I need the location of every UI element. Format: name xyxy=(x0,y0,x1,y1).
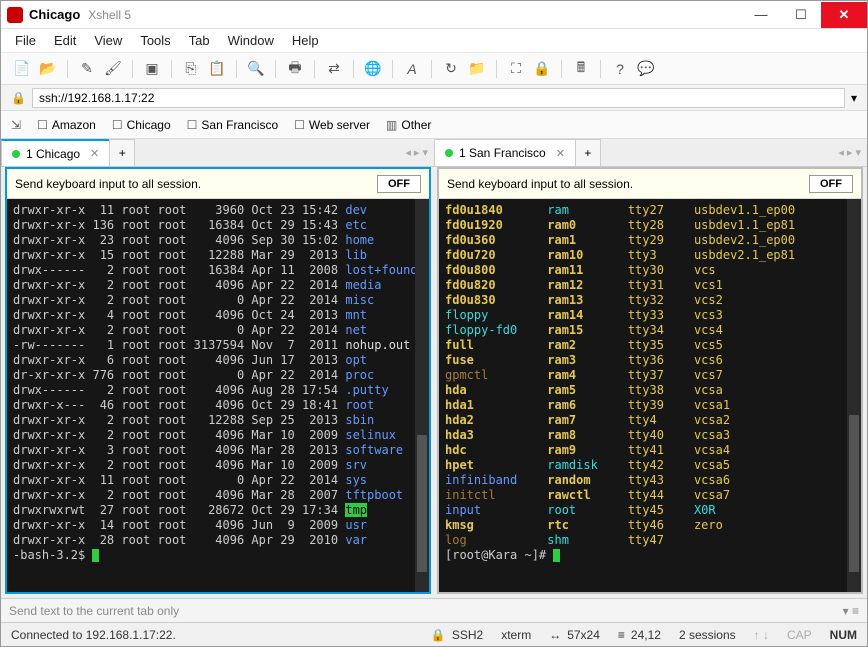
tab-close-icon[interactable]: ✕ xyxy=(556,147,565,160)
titlebar: Chicago Xshell 5 — ☐ ✕ xyxy=(1,1,867,29)
compose-bar[interactable]: Send text to the current tab only ▾ ≡ xyxy=(1,598,867,622)
terminal-chicago[interactable]: drwxr-xr-x 11 root root 3960 Oct 23 15:4… xyxy=(7,199,429,592)
address-dropdown-icon[interactable]: ▾ xyxy=(851,91,857,105)
bookmark-web-server[interactable]: ☐Web server xyxy=(294,118,370,132)
overflow-icon: ⇲ xyxy=(11,118,21,132)
bookmark-icon: ☐ xyxy=(112,118,123,132)
status-arrows: ↑ ↓ xyxy=(754,628,769,642)
window-title: Chicago xyxy=(29,7,80,22)
transfer-icon[interactable]: ⇄ xyxy=(323,58,345,80)
tab-label: 1 Chicago xyxy=(26,147,80,161)
menu-tools[interactable]: Tools xyxy=(140,33,170,48)
app-icon xyxy=(7,7,23,23)
menu-view[interactable]: View xyxy=(94,33,122,48)
terminal-sanfrancisco[interactable]: fd0u1840fd0u1920fd0u360fd0u720fd0u800fd0… xyxy=(439,199,861,592)
maximize-button[interactable]: ☐ xyxy=(781,2,821,28)
paste-icon[interactable]: 📋 xyxy=(206,58,228,80)
bookmark-amazon[interactable]: ☐Amazon xyxy=(37,118,96,132)
font-icon[interactable]: A xyxy=(401,58,423,80)
resize-icon: ↔ xyxy=(549,628,561,642)
refresh-icon[interactable]: ↻ xyxy=(440,58,462,80)
address-input[interactable] xyxy=(32,88,845,108)
tab-label: 1 San Francisco xyxy=(459,146,546,160)
calc-icon[interactable]: 🖩 xyxy=(570,58,592,80)
folder-icon[interactable]: 📁 xyxy=(466,58,488,80)
cursor-icon: ≡ xyxy=(618,628,625,642)
bookmark-icon: ☐ xyxy=(187,118,198,132)
status-ssh: 🔒SSH2 xyxy=(431,628,483,642)
tab-nav: ◂ ▸ ▾ xyxy=(399,139,434,166)
app-name: Xshell 5 xyxy=(88,8,131,22)
tab-nav: ◂ ▸ ▾ xyxy=(832,139,867,166)
bookmark-overflow[interactable]: ⇲ xyxy=(11,118,21,132)
bookmark-icon: ▥ xyxy=(386,118,397,132)
new-icon[interactable]: 📄 xyxy=(11,58,33,80)
pane-message: Send keyboard input to all session. xyxy=(447,177,633,191)
edit-icon[interactable]: ✎ xyxy=(76,58,98,80)
menu-edit[interactable]: Edit xyxy=(54,33,76,48)
minimize-button[interactable]: — xyxy=(741,2,781,28)
compose-hint: Send text to the current tab only xyxy=(9,604,179,618)
status-term: xterm xyxy=(501,628,531,642)
status-num: NUM xyxy=(830,628,857,642)
bookmark-other[interactable]: ▥Other xyxy=(386,118,431,132)
lock-small-icon: 🔒 xyxy=(11,91,26,105)
copy-icon[interactable]: ⎘ xyxy=(180,58,202,80)
address-bar: 🔒 ▾ xyxy=(1,85,867,111)
scrollbar[interactable] xyxy=(415,199,429,592)
status-sessions: 2 sessions xyxy=(679,628,736,642)
status-connection: Connected to 192.168.1.17:22. xyxy=(11,628,176,642)
tab-close-icon[interactable]: ✕ xyxy=(90,147,99,160)
status-pos: ≡24,12 xyxy=(618,628,661,642)
tabs-row: 1 Chicago ✕ + ◂ ▸ ▾ 1 San Francisco ✕ + … xyxy=(1,139,867,167)
status-dot-icon xyxy=(12,150,20,158)
add-tab-button[interactable]: + xyxy=(109,139,135,166)
menu-file[interactable]: File xyxy=(15,33,36,48)
search-icon[interactable]: 🔍 xyxy=(245,58,267,80)
menubar: File Edit View Tools Tab Window Help xyxy=(1,29,867,53)
menu-tab[interactable]: Tab xyxy=(189,33,210,48)
close-button[interactable]: ✕ xyxy=(821,2,867,28)
lock-icon: 🔒 xyxy=(431,628,446,642)
menu-help[interactable]: Help xyxy=(292,33,319,48)
add-tab-button[interactable]: + xyxy=(575,139,601,166)
tab-sanfrancisco[interactable]: 1 San Francisco ✕ xyxy=(434,139,576,166)
menu-window[interactable]: Window xyxy=(228,33,274,48)
terminal-panes: Send keyboard input to all session. OFF … xyxy=(1,167,867,598)
bookmark-chicago[interactable]: ☐Chicago xyxy=(112,118,171,132)
pane-infobar: Send keyboard input to all session. OFF xyxy=(439,169,861,199)
bookmark-icon: ☐ xyxy=(37,118,48,132)
pane-infobar: Send keyboard input to all session. OFF xyxy=(7,169,429,199)
print-icon[interactable]: 🖶 xyxy=(284,58,306,80)
broadcast-toggle[interactable]: OFF xyxy=(377,175,421,193)
open-icon[interactable]: 📂 xyxy=(37,58,59,80)
bookmark-icon: ☐ xyxy=(294,118,305,132)
tab-chicago[interactable]: 1 Chicago ✕ xyxy=(1,139,110,166)
scrollbar[interactable] xyxy=(847,199,861,592)
pane-message: Send keyboard input to all session. xyxy=(15,177,201,191)
status-dot-icon xyxy=(445,149,453,157)
status-size: ↔57x24 xyxy=(549,628,600,642)
status-cap: CAP xyxy=(787,628,812,642)
brush-icon[interactable]: 🖌 xyxy=(102,58,124,80)
globe-icon[interactable]: 🌐 xyxy=(362,58,384,80)
broadcast-toggle[interactable]: OFF xyxy=(809,175,853,193)
bookmark-san-francisco[interactable]: ☐San Francisco xyxy=(187,118,278,132)
lock-icon[interactable]: 🔒 xyxy=(531,58,553,80)
sessions-icon[interactable]: ▣ xyxy=(141,58,163,80)
compose-menu-icon[interactable]: ▾ ≡ xyxy=(843,604,859,618)
pane-chicago: Send keyboard input to all session. OFF … xyxy=(5,167,431,594)
pane-sanfrancisco: Send keyboard input to all session. OFF … xyxy=(437,167,863,594)
help-icon[interactable]: ? xyxy=(609,58,631,80)
status-bar: Connected to 192.168.1.17:22. 🔒SSH2 xter… xyxy=(1,622,867,646)
fullscreen-icon[interactable]: ⛶ xyxy=(505,58,527,80)
chat-icon[interactable]: 💬 xyxy=(635,58,657,80)
toolbar: 📄 📂 ✎ 🖌 ▣ ⎘ 📋 🔍 🖶 ⇄ 🌐 A ↻ 📁 ⛶ 🔒 🖩 ? 💬 xyxy=(1,53,867,85)
bookmark-bar: ⇲ ☐Amazon ☐Chicago ☐San Francisco ☐Web serv… xyxy=(1,111,867,139)
